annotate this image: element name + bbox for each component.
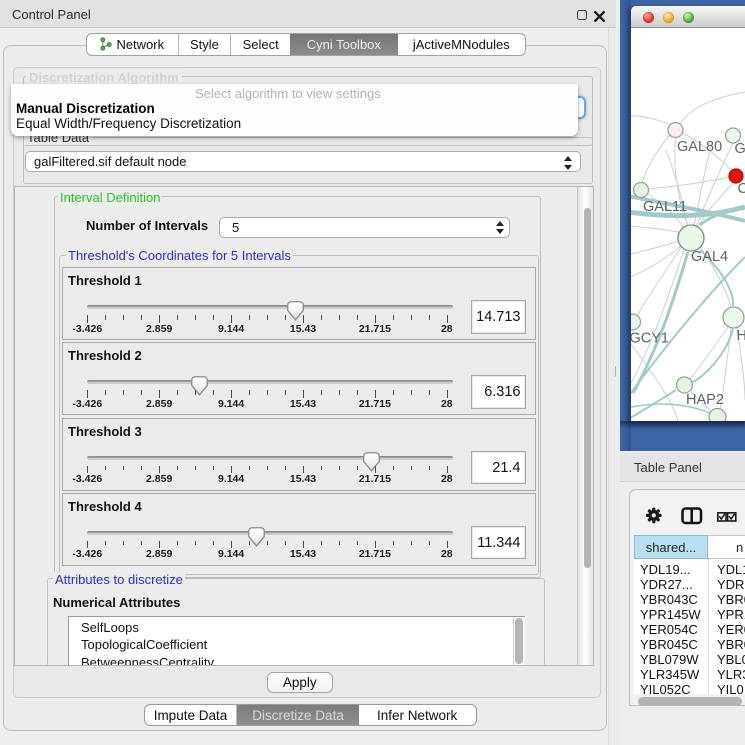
svg-text:GAL11: GAL11 — [643, 199, 687, 215]
svg-text:H: H — [737, 328, 745, 344]
svg-text:GA: GA — [735, 141, 745, 157]
svg-text:HAP2: HAP2 — [686, 392, 724, 408]
svg-text:GCY1: GCY1 — [631, 331, 669, 347]
svg-text:C: C — [738, 181, 745, 197]
svg-text:GAL4: GAL4 — [691, 249, 728, 265]
svg-text:GAL80: GAL80 — [677, 139, 722, 155]
